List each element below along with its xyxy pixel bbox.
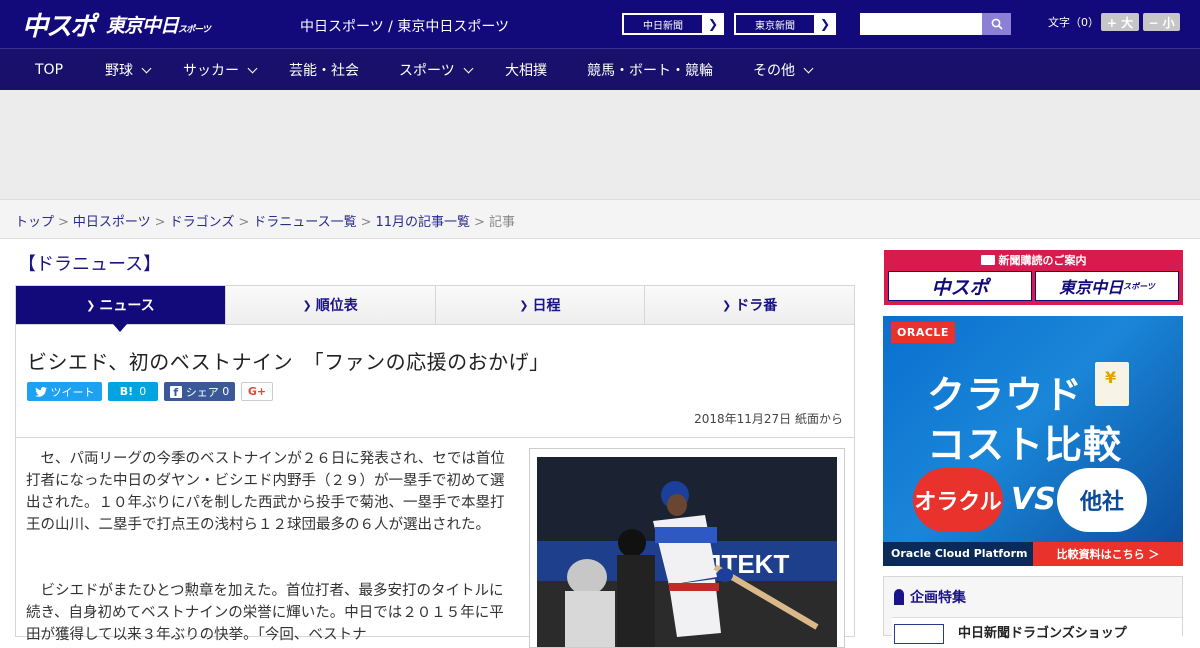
nav-other[interactable]: その他 <box>753 49 814 91</box>
ad-footer-product: Oracle Cloud Platform <box>891 547 1028 560</box>
subscription-title: 新聞購読のご案内 <box>884 252 1183 268</box>
ad-vs: VS <box>1011 482 1056 517</box>
ad-footer: Oracle Cloud Platform 比較資料はこちら ＞ <box>883 542 1183 566</box>
nav-entertainment[interactable]: 芸能・社会 <box>289 49 359 91</box>
ad-headline-2: コスト比較 <box>927 423 1123 467</box>
oracle-logo: ORACLE <box>891 322 955 343</box>
logo-tokyo-chunichi: 東京中日スポーツ <box>106 14 211 37</box>
chevron-down-icon <box>247 63 258 73</box>
chevron-right-icon: ❯ <box>819 17 831 31</box>
ad-cta-button[interactable]: 比較資料はこちら ＞ <box>1033 542 1183 566</box>
breadcrumb-link-chunichi-sports[interactable]: 中日スポーツ <box>73 215 151 230</box>
chevron-right-icon: ❯ <box>519 298 529 312</box>
facebook-share-button[interactable]: f シェア 0 <box>164 382 235 401</box>
baseball-photo: JTEKT <box>537 457 837 647</box>
article-paragraph: セ、パ両リーグの今季のベストナインが２６日に発表され、セでは首位打者になった中日… <box>26 451 505 533</box>
ribbon-icon <box>894 589 904 605</box>
article-header: ビシエド、初のベストナイン 「ファンの応援のおかげ」 ツイート B! 0 f シェア… <box>15 324 855 438</box>
breadcrumb: トップ > 中日スポーツ > ドラゴンズ > ドラニュース一覧 >11月の記事一覧 > 記事 <box>15 215 515 230</box>
facebook-icon: f <box>169 385 182 399</box>
tokyo-shimbun-link[interactable]: 東京新聞 ❯ <box>734 13 836 35</box>
breadcrumb-link-dragons[interactable]: ドラゴンズ <box>170 215 235 230</box>
site-logo[interactable]: 中スポ 東京中日スポーツ <box>22 8 211 42</box>
shop-thumbnail <box>894 624 944 644</box>
chevron-right-icon: ❯ <box>302 298 312 312</box>
hatena-icon: B! <box>119 385 134 398</box>
main-nav: TOP 野球 サッカー 芸能・社会 スポーツ 大相撲 競馬・ボート・競輪 その他 <box>0 48 1200 90</box>
font-smaller-button[interactable]: − 小 <box>1143 13 1180 31</box>
chevron-down-icon <box>803 63 814 73</box>
hatena-bookmark-button[interactable]: B! 0 <box>108 382 158 401</box>
breadcrumb-link-news-list[interactable]: ドラニュース一覧 <box>253 215 356 230</box>
google-plus-button[interactable]: G+ <box>241 382 273 401</box>
ad-oracle-bubble: オラクル <box>913 468 1003 532</box>
article-photo-frame: JTEKT <box>529 448 845 648</box>
feature-box: 企画特集 中日新聞ドラゴンズショップ <box>883 576 1183 644</box>
subscribe-chuspo-link[interactable]: 中スポ <box>888 271 1032 301</box>
font-size-label: 文字（0） <box>1048 16 1099 29</box>
breadcrumb-link-month[interactable]: 11月の記事一覧 <box>376 215 471 230</box>
search-button[interactable] <box>982 13 1011 35</box>
tweet-button[interactable]: ツイート <box>27 382 102 401</box>
tab-news[interactable]: ❯ ニュース <box>16 286 226 332</box>
nav-sumo[interactable]: 大相撲 <box>505 49 547 91</box>
feature-title: 企画特集 <box>894 587 966 607</box>
chevron-right-icon: ❯ <box>707 17 719 31</box>
nav-soccer[interactable]: サッカー <box>183 49 258 91</box>
newspaper-icon <box>980 255 995 265</box>
feature-item-dragons-shop[interactable]: 中日新聞ドラゴンズショップ <box>892 617 1182 644</box>
font-bigger-button[interactable]: + 大 <box>1101 13 1139 31</box>
article-headline: ビシエド、初のベストナイン 「ファンの応援のおかげ」 <box>27 350 550 374</box>
chevron-right-icon: ❯ <box>86 298 96 312</box>
search-input[interactable] <box>860 13 982 35</box>
nav-baseball[interactable]: 野球 <box>105 49 152 91</box>
tab-standings[interactable]: ❯ 順位表 <box>225 286 436 324</box>
breadcrumb-link-top[interactable]: トップ <box>15 215 54 230</box>
chevron-down-icon <box>463 63 474 73</box>
article-body: セ、パ両リーグの今季のベストナインが２６日に発表され、セでは首位打者になった中日… <box>15 437 855 648</box>
nav-sports[interactable]: スポーツ <box>399 49 474 91</box>
subscribe-tokyo-chunichi-link[interactable]: 東京中日 スポーツ <box>1035 271 1179 301</box>
chevron-right-icon: ❯ <box>722 298 732 312</box>
section-tabs: ❯ ニュース ❯ 順位表 ❯ 日程 ❯ ドラ番 <box>15 285 855 332</box>
nav-top[interactable]: TOP <box>35 49 63 91</box>
twitter-icon <box>34 386 47 397</box>
ad-area <box>0 90 1200 200</box>
breadcrumb-bar: トップ > 中日スポーツ > ドラゴンズ > ドラニュース一覧 >11月の記事一覧 > 記事 <box>0 200 1200 239</box>
article-date: 2018年11月27日 紙面から <box>694 412 843 426</box>
chunichi-shimbun-link[interactable]: 中日新聞 ❯ <box>622 13 724 35</box>
tab-dora-ban[interactable]: ❯ ドラ番 <box>645 286 854 324</box>
section-title: 【ドラニュース】 <box>18 254 162 275</box>
logo-chuspo: 中スポ <box>22 11 96 42</box>
nav-racing[interactable]: 競馬・ボート・競輪 <box>587 49 713 91</box>
chevron-down-icon <box>141 63 152 73</box>
ad-headline-1: クラウド <box>927 373 1084 417</box>
search-box <box>860 13 1011 35</box>
tab-schedule[interactable]: ❯ 日程 <box>435 286 646 324</box>
document-yen-icon: ¥ <box>1095 362 1129 406</box>
subscription-box: 新聞購読のご案内 中スポ 東京中日 スポーツ <box>884 250 1183 305</box>
article-paragraph: ビシエドがまたひとつ勲章を加えた。首位打者、最多安打のタイトルに続き、自身初めて… <box>26 583 504 643</box>
search-icon <box>991 18 1003 30</box>
breadcrumb-current: 記事 <box>488 215 515 230</box>
site-name: 中日スポーツ / 東京中日スポーツ <box>300 19 510 35</box>
article-photo[interactable]: JTEKT <box>537 457 837 647</box>
ad-competitor-bubble: 他社 <box>1057 468 1147 532</box>
oracle-ad-banner[interactable]: ORACLE ¥ クラウド コスト比較 オラクル VS 他社 Oracle Cl… <box>883 316 1183 566</box>
top-header: 中スポ 東京中日スポーツ 中日スポーツ / 東京中日スポーツ 中日新聞 ❯ 東京… <box>0 0 1200 48</box>
